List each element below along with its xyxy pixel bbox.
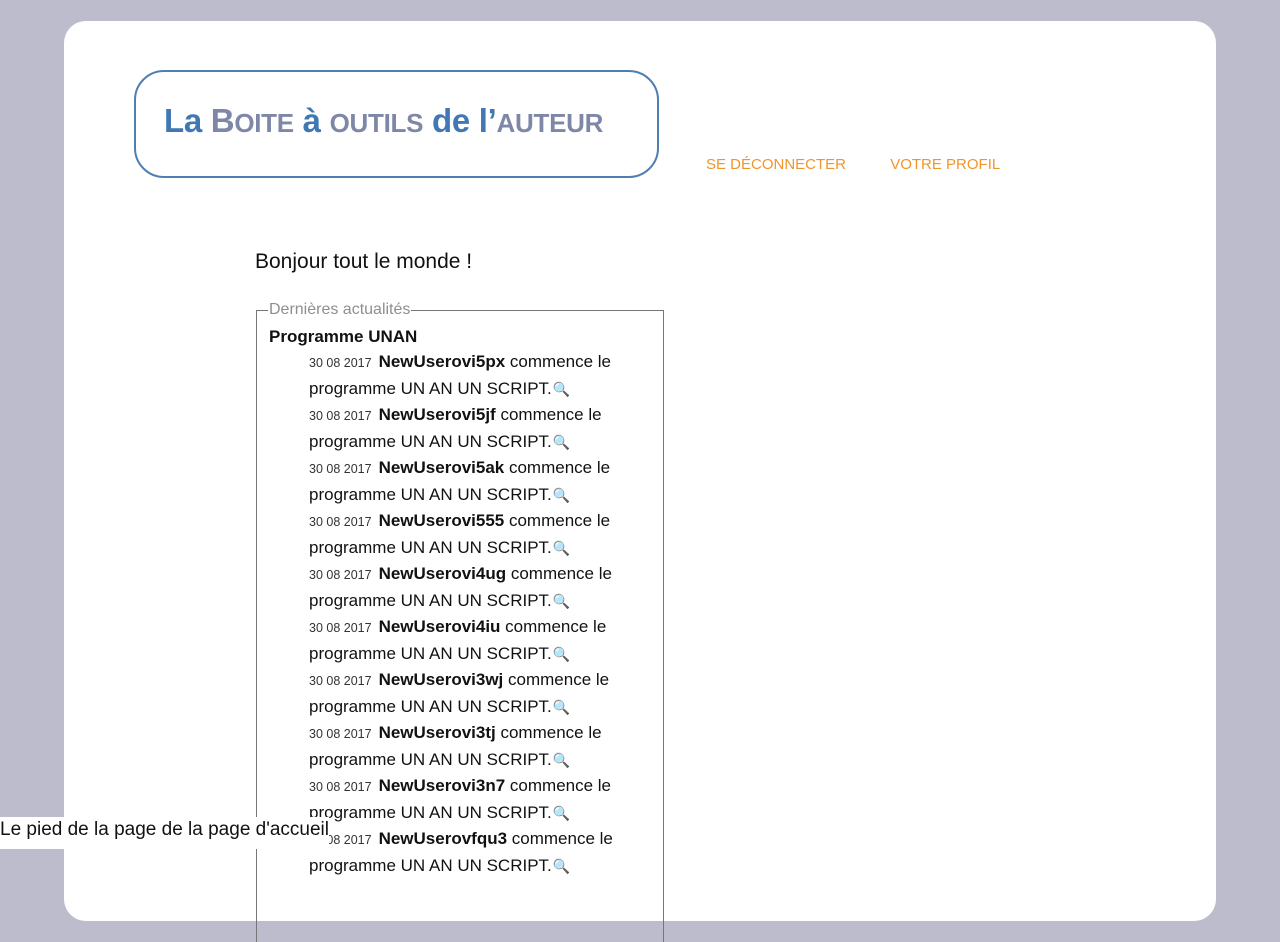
news-item: 30 08 2017 NewUserovi5px commence le prog… bbox=[309, 349, 651, 402]
news-item: 30 08 2017 NewUserovi4iu commence le prog… bbox=[309, 614, 651, 667]
top-nav: SE DÉCONNECTER VOTRE PROFIL bbox=[706, 156, 1040, 173]
greeting-text: Bonjour tout le monde ! bbox=[255, 250, 473, 273]
logout-link[interactable]: SE DÉCONNECTER bbox=[706, 156, 846, 173]
news-username: NewUserovi555 bbox=[378, 511, 505, 530]
news-item: 30 08 2017 NewUserovfqu3 commence le prog… bbox=[309, 826, 651, 879]
news-username: NewUserovi3n7 bbox=[378, 776, 506, 795]
news-date: 30 08 2017 bbox=[309, 515, 372, 529]
news-username: NewUserovi5jf bbox=[378, 405, 496, 424]
news-item: 30 08 2017 NewUserovi3tj commence le prog… bbox=[309, 720, 651, 773]
news-username: NewUserovi3tj bbox=[378, 723, 496, 742]
logo-part-outils: outils bbox=[329, 108, 424, 138]
news-item: 30 08 2017 NewUserovi3wj commence le prog… bbox=[309, 667, 651, 720]
news-item: 30 08 2017 NewUserovi4ug commence le prog… bbox=[309, 561, 651, 614]
logo-part-auteur: auteur bbox=[496, 108, 604, 138]
news-username: NewUserovi4iu bbox=[378, 617, 501, 636]
logo-part-b: B bbox=[210, 102, 235, 139]
magnifier-icon[interactable]: 🔍 bbox=[553, 381, 570, 397]
news-date: 30 08 2017 bbox=[309, 780, 372, 794]
news-date: 30 08 2017 bbox=[309, 674, 372, 688]
news-username: NewUserovfqu3 bbox=[378, 829, 508, 848]
news-date: 30 08 2017 bbox=[309, 462, 372, 476]
news-date: 30 08 2017 bbox=[309, 568, 372, 582]
logo-part-de: de l’ bbox=[423, 102, 497, 139]
news-username: NewUserovi4ug bbox=[378, 564, 507, 583]
news-username: NewUserovi3wj bbox=[378, 670, 504, 689]
news-item: 30 08 2017 NewUserovi555 commence le prog… bbox=[309, 508, 651, 561]
news-item: 30 08 2017 NewUserovi5ak commence le prog… bbox=[309, 455, 651, 508]
news-date: 30 08 2017 bbox=[309, 727, 372, 741]
page-footer: Le pied de la page de la page d'accueil bbox=[0, 817, 330, 849]
news-username: NewUserovi5px bbox=[378, 352, 506, 371]
page-container: La Boite à outils de l’auteur SE DÉCONNE… bbox=[64, 21, 1216, 942]
magnifier-icon[interactable]: 🔍 bbox=[553, 805, 570, 821]
news-date: 30 08 2017 bbox=[309, 409, 372, 423]
latest-news-legend: Dernières actualités bbox=[269, 301, 411, 318]
site-logo-link[interactable]: La Boite à outils de l’auteur bbox=[134, 70, 659, 178]
site-logo: La Boite à outils de l’auteur bbox=[164, 102, 603, 140]
program-title: Programme UNAN bbox=[269, 327, 418, 346]
news-item: 30 08 2017 NewUserovi5jf commence le prog… bbox=[309, 402, 651, 455]
profile-link[interactable]: VOTRE PROFIL bbox=[890, 156, 1000, 173]
news-date: 30 08 2017 bbox=[309, 356, 372, 370]
magnifier-icon[interactable]: 🔍 bbox=[553, 540, 570, 556]
magnifier-icon[interactable]: 🔍 bbox=[553, 593, 570, 609]
news-list: 30 08 2017 NewUserovi5px commence le prog… bbox=[269, 349, 651, 879]
logo-part-la: La bbox=[164, 102, 211, 139]
magnifier-icon[interactable]: 🔍 bbox=[553, 434, 570, 450]
logo-part-a: à bbox=[293, 102, 330, 139]
news-username: NewUserovi5ak bbox=[378, 458, 505, 477]
magnifier-icon[interactable]: 🔍 bbox=[553, 487, 570, 503]
magnifier-icon[interactable]: 🔍 bbox=[553, 858, 570, 874]
magnifier-icon[interactable]: 🔍 bbox=[553, 646, 570, 662]
magnifier-icon[interactable]: 🔍 bbox=[553, 752, 570, 768]
magnifier-icon[interactable]: 🔍 bbox=[553, 699, 570, 715]
news-date: 30 08 2017 bbox=[309, 621, 372, 635]
news-item: 30 08 2017 NewUserovi3n7 commence le prog… bbox=[309, 773, 651, 826]
logo-part-oite: oite bbox=[234, 108, 294, 138]
